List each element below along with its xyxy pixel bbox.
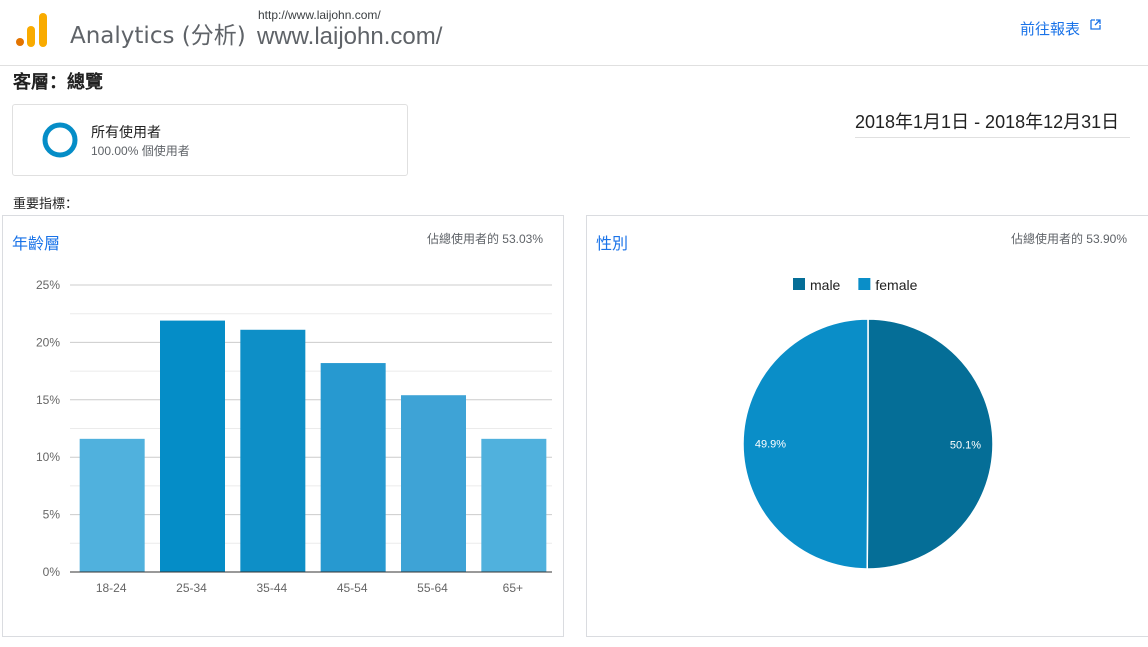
x-tick-label: 35-44 bbox=[256, 581, 287, 595]
x-tick-label: 55-64 bbox=[417, 581, 448, 595]
gender-pie-chart: male female 50.1% 49.9% bbox=[742, 277, 994, 570]
key-metrics-label: 重要指標： bbox=[13, 196, 79, 211]
go-to-report-link[interactable]: 前往報表 bbox=[1020, 18, 1101, 39]
pie-slice-label: 49.9% bbox=[755, 439, 786, 451]
age-bar[interactable] bbox=[240, 329, 306, 572]
y-tick-label: 5% bbox=[43, 508, 61, 522]
go-to-report-label: 前往報表 bbox=[1020, 21, 1081, 38]
external-link-icon bbox=[1090, 19, 1101, 30]
pie-slice-label: 50.1% bbox=[950, 439, 981, 451]
date-range-selector[interactable]: 2018年1月1日 - 2018年12月31日 bbox=[855, 108, 1130, 138]
x-tick-label: 25-34 bbox=[176, 581, 207, 595]
age-bar[interactable] bbox=[481, 438, 547, 572]
y-tick-label: 25% bbox=[36, 278, 60, 292]
y-tick-label: 20% bbox=[36, 335, 60, 349]
y-tick-label: 15% bbox=[36, 393, 60, 407]
x-tick-label: 65+ bbox=[503, 581, 523, 595]
segment-card[interactable]: 所有使用者 100.00% 個使用者 bbox=[12, 104, 408, 176]
age-bar[interactable] bbox=[320, 363, 386, 572]
property-selector[interactable]: www.laijohn.com/ bbox=[257, 23, 442, 51]
legend-swatch bbox=[793, 278, 805, 290]
app-title: Analytics (分析) bbox=[70, 23, 246, 49]
legend-label[interactable]: male bbox=[810, 277, 841, 293]
age-bar[interactable] bbox=[401, 395, 466, 572]
legend-swatch bbox=[858, 278, 871, 290]
analytics-logo-icon[interactable] bbox=[16, 13, 48, 47]
x-tick-label: 45-54 bbox=[337, 581, 368, 595]
segment-ring-icon bbox=[42, 122, 78, 158]
y-tick-label: 10% bbox=[36, 450, 60, 464]
legend-label[interactable]: female bbox=[875, 277, 917, 293]
segment-percentage: 100.00% 個使用者 bbox=[91, 144, 190, 158]
age-bar[interactable] bbox=[160, 320, 225, 572]
age-panel: 年齡層 佔總使用者的 53.03% 0% 5% 10% 15% 20% 25% 18-24 2… bbox=[2, 215, 564, 637]
segment-name: 所有使用者 bbox=[91, 124, 161, 140]
page-title: 客層：總覽 bbox=[13, 72, 103, 93]
site-url: http://www.laijohn.com/ bbox=[258, 8, 381, 22]
y-tick-label: 0% bbox=[43, 565, 61, 579]
header-bar: Analytics (分析) http://www.laijohn.com/ w… bbox=[0, 0, 1148, 66]
gender-panel: 性別 佔總使用者的 53.90% male female 50.1% 49.9% bbox=[586, 215, 1148, 637]
age-bar-chart: 0% 5% 10% 15% 20% 25% 18-24 25-34 35-44 45-54 55-6… bbox=[36, 278, 552, 595]
age-bar[interactable] bbox=[79, 438, 145, 572]
x-tick-label: 18-24 bbox=[96, 581, 127, 595]
